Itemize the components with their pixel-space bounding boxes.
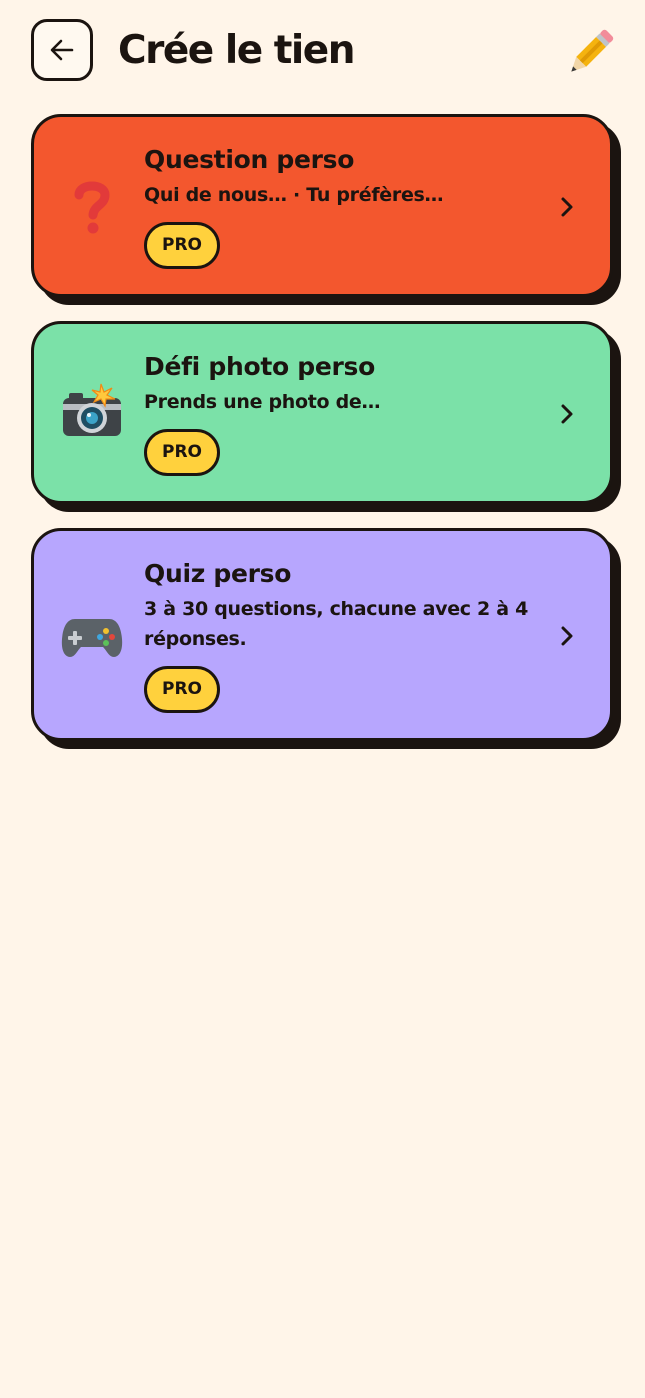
question-mark-icon	[74, 181, 110, 234]
card-question-perso[interactable]: Question perso Qui de nous… · Tu préfère…	[31, 114, 613, 297]
card-title: Question perso	[144, 145, 355, 174]
card-subtitle: 3 à 30 questions, chacune avec 2 à 4 rép…	[144, 598, 529, 650]
card-title: Quiz perso	[144, 559, 292, 588]
header: Crée le tien	[0, 0, 645, 105]
chevron-right-icon	[561, 626, 573, 646]
card-subtitle: Qui de nous… · Tu préfères…	[144, 184, 444, 206]
arrow-left-icon	[50, 39, 74, 61]
camera-flash-icon	[63, 383, 121, 436]
card-defi-photo-perso[interactable]: Défi photo perso Prends une photo de… PR…	[31, 321, 613, 504]
chevron-right-icon	[561, 404, 573, 424]
chevron-right-icon	[561, 197, 573, 217]
card-quiz-perso[interactable]: Quiz perso 3 à 30 questions, chacune ave…	[31, 528, 613, 741]
back-button[interactable]	[31, 19, 93, 81]
game-controller-icon	[61, 619, 123, 657]
pro-badge: PRO	[144, 666, 220, 713]
pencil-icon	[571, 29, 614, 72]
card-title: Défi photo perso	[144, 352, 375, 381]
pro-badge: PRO	[144, 429, 220, 476]
card-subtitle: Prends une photo de…	[144, 391, 381, 413]
page-title: Crée le tien	[118, 28, 355, 73]
pro-badge: PRO	[144, 222, 220, 269]
